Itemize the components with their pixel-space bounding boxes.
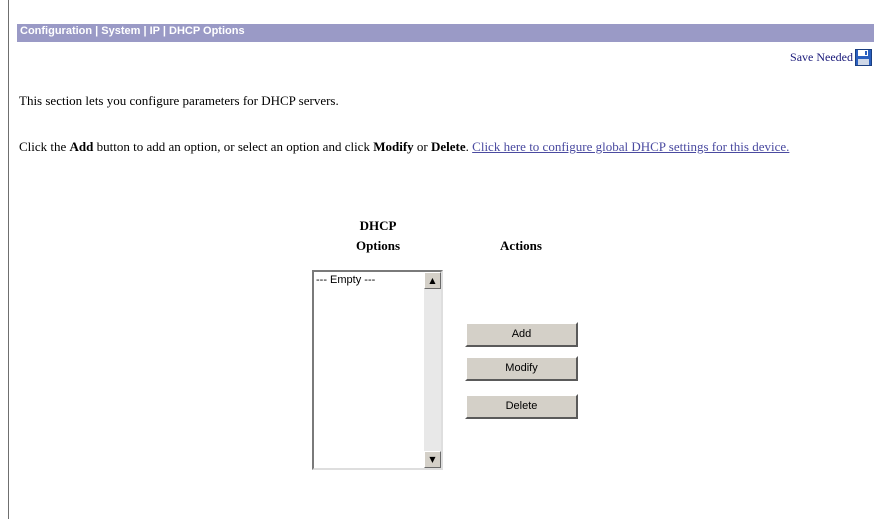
- list-item[interactable]: --- Empty ---: [316, 274, 375, 286]
- scroll-down-arrow-icon[interactable]: ▼: [424, 451, 441, 468]
- add-button[interactable]: Add: [465, 322, 578, 347]
- dhcp-options-listbox[interactable]: --- Empty --- ▲ ▼: [312, 270, 443, 470]
- actions-header: Actions: [500, 238, 542, 253]
- scroll-up-arrow-icon[interactable]: ▲: [424, 272, 441, 289]
- instructions-modify-word: Modify: [373, 139, 414, 154]
- title-bar: Configuration | System | IP | DHCP Optio…: [17, 24, 874, 42]
- intro-text: This section lets you configure paramete…: [19, 93, 339, 108]
- global-dhcp-settings-link[interactable]: Click here to configure global DHCP sett…: [472, 139, 789, 154]
- save-needed-label[interactable]: Save Needed: [790, 50, 853, 65]
- dhcp-options-header-line2: Options: [355, 238, 401, 253]
- instructions-add-word: Add: [69, 139, 94, 154]
- breadcrumb: Configuration | System | IP | DHCP Optio…: [20, 25, 245, 37]
- left-frame-border: [0, 0, 9, 519]
- instructions-text: Click the: [19, 139, 70, 154]
- instructions-paragraph: Click the Add button to add an option, o…: [19, 137, 869, 157]
- floppy-disk-icon[interactable]: [855, 49, 872, 66]
- dhcp-options-header-line1: DHCP: [359, 218, 397, 233]
- dhcp-options-header: DHCP Options: [338, 216, 418, 256]
- instructions-delete-word: Delete: [431, 139, 466, 154]
- instructions-text: or: [413, 139, 432, 154]
- listbox-scrollbar[interactable]: ▲ ▼: [424, 272, 441, 468]
- save-needed-link[interactable]: Save Needed: [790, 49, 872, 66]
- modify-button[interactable]: Modify: [465, 356, 578, 381]
- delete-button[interactable]: Delete: [465, 394, 578, 419]
- instructions-text: button to add an option, or select an op…: [93, 139, 374, 154]
